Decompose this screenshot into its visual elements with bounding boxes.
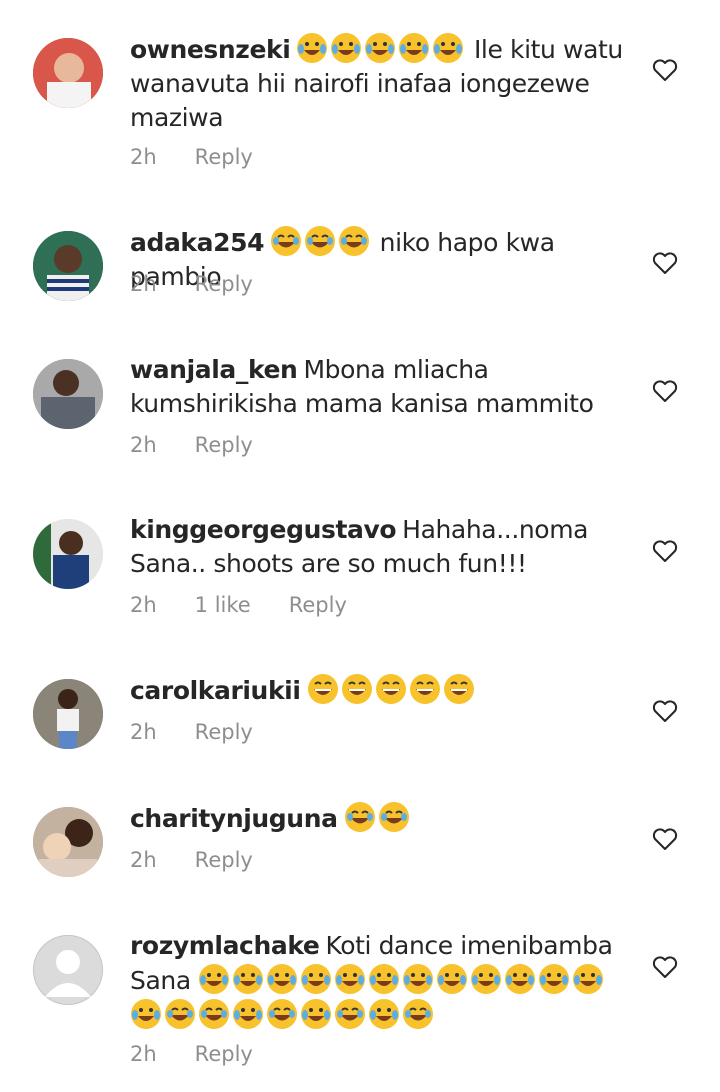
reply-button[interactable]: Reply — [195, 272, 253, 296]
avatar-photo — [33, 807, 103, 877]
reply-button[interactable]: Reply — [195, 720, 253, 744]
rofl-emoji — [233, 999, 263, 1029]
comment-meta: 2h Reply — [130, 1042, 291, 1066]
reply-button[interactable]: Reply — [195, 433, 253, 457]
comment-time: 2h — [130, 593, 157, 617]
grin-emoji — [307, 674, 338, 704]
reply-button[interactable]: Reply — [195, 145, 253, 169]
avatar[interactable] — [33, 359, 103, 429]
avatar-photo — [33, 359, 103, 429]
rofl-emoji — [539, 964, 570, 994]
joy-emoji — [165, 999, 195, 1029]
avatar-photo — [33, 519, 103, 589]
comments-list: ownesnzeki Ile kitu watu wanavuta hii na… — [0, 0, 720, 1092]
avatar[interactable] — [33, 38, 103, 108]
comment-time: 2h — [130, 145, 157, 169]
joy-emoji — [267, 999, 297, 1029]
comment-meta: 2h Reply — [130, 272, 291, 296]
avatar[interactable] — [33, 231, 103, 301]
rofl-emoji — [335, 964, 366, 994]
comment-meta: 2h 1 like Reply — [130, 593, 385, 617]
like-heart-icon[interactable] — [652, 251, 678, 275]
grin-emoji — [409, 674, 440, 704]
username-link[interactable]: charitynjuguna — [130, 804, 338, 833]
emoji-row — [270, 226, 372, 257]
avatar[interactable] — [33, 935, 103, 1005]
emoji-row — [296, 33, 466, 64]
default-avatar-icon — [45, 950, 91, 997]
username-link[interactable]: wanjala_ken — [130, 355, 298, 384]
comment-time: 2h — [130, 720, 157, 744]
username-link[interactable]: adaka254 — [130, 228, 265, 257]
emoji-row — [130, 964, 606, 1030]
rofl-emoji — [437, 964, 468, 994]
comment-body: ownesnzeki Ile kitu watu wanavuta hii na… — [130, 32, 630, 135]
rofl-emoji — [301, 999, 331, 1029]
rofl-emoji — [301, 964, 332, 994]
comment-body: rozymlachake Koti dance imenibamba Sana — [130, 929, 630, 1033]
comment-time: 2h — [130, 433, 157, 457]
avatar[interactable] — [33, 807, 103, 877]
avatar-photo — [33, 231, 103, 301]
like-count[interactable]: 1 like — [195, 593, 251, 617]
rofl-emoji — [365, 33, 396, 63]
username-link[interactable]: carolkariukii — [130, 676, 301, 705]
reply-button[interactable]: Reply — [289, 593, 347, 617]
username-link[interactable]: ownesnzeki — [130, 35, 291, 64]
comment-time: 2h — [130, 1042, 157, 1066]
comment-meta: 2h Reply — [130, 848, 291, 872]
username-link[interactable]: kinggeorgegustavo — [130, 515, 397, 544]
rofl-emoji — [573, 964, 604, 994]
joy-emoji — [403, 999, 433, 1029]
joy-emoji — [271, 226, 302, 256]
like-heart-icon[interactable] — [652, 699, 678, 723]
reply-button[interactable]: Reply — [195, 1042, 253, 1066]
like-heart-icon[interactable] — [652, 827, 678, 851]
like-heart-icon[interactable] — [652, 955, 678, 979]
comment-body: charitynjuguna — [130, 801, 630, 836]
comment-body: kinggeorgegustavo Hahaha...noma Sana.. sh… — [130, 513, 630, 581]
emoji-row — [307, 674, 477, 705]
comment-time: 2h — [130, 848, 157, 872]
reply-button[interactable]: Reply — [195, 848, 253, 872]
username-link[interactable]: rozymlachake — [130, 931, 320, 960]
avatar[interactable] — [33, 519, 103, 589]
comment-body: wanjala_ken Mbona mliacha kumshirikisha m… — [130, 353, 630, 421]
joy-emoji — [335, 999, 365, 1029]
comment-body: carolkariukii — [130, 673, 630, 708]
rofl-emoji — [297, 33, 328, 63]
like-heart-icon[interactable] — [652, 539, 678, 563]
grin-emoji — [375, 674, 406, 704]
joy-emoji — [305, 226, 336, 256]
rofl-emoji — [433, 33, 464, 63]
rofl-emoji — [369, 999, 399, 1029]
comment-meta: 2h Reply — [130, 145, 291, 169]
rofl-emoji — [131, 999, 161, 1029]
like-heart-icon[interactable] — [652, 379, 678, 403]
joy-emoji — [378, 802, 409, 832]
rofl-emoji — [403, 964, 434, 994]
joy-emoji — [339, 226, 370, 256]
avatar-photo — [33, 679, 103, 749]
grin-emoji — [341, 674, 372, 704]
joy-emoji — [199, 999, 229, 1029]
rofl-emoji — [233, 964, 264, 994]
joy-emoji — [344, 802, 375, 832]
like-heart-icon[interactable] — [652, 58, 678, 82]
rofl-emoji — [199, 964, 230, 994]
rofl-emoji — [369, 964, 400, 994]
rofl-emoji — [471, 964, 502, 994]
emoji-row — [344, 802, 412, 833]
avatar-photo — [33, 38, 103, 108]
comment-time: 2h — [130, 272, 157, 296]
comment-meta: 2h Reply — [130, 720, 291, 744]
avatar[interactable] — [33, 679, 103, 749]
rofl-emoji — [505, 964, 536, 994]
rofl-emoji — [399, 33, 430, 63]
grin-emoji — [443, 674, 474, 704]
rofl-emoji — [331, 33, 362, 63]
comment-meta: 2h Reply — [130, 433, 291, 457]
rofl-emoji — [267, 964, 298, 994]
